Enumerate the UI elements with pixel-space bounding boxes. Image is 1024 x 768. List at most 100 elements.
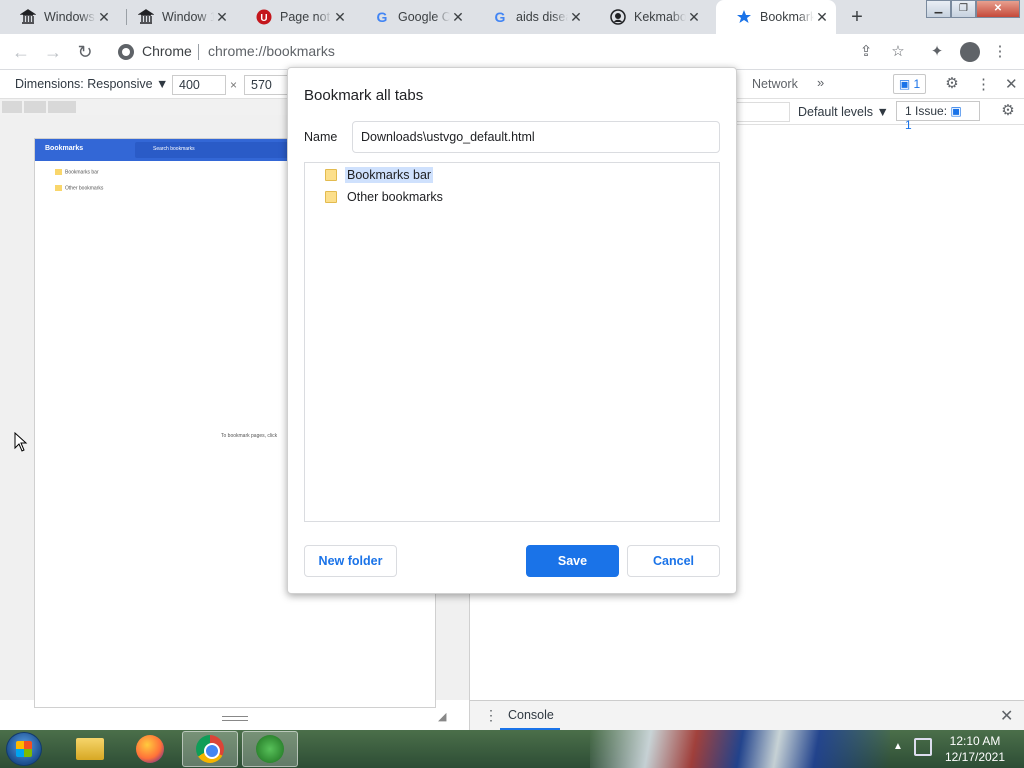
google-icon: G — [374, 9, 390, 25]
forward-icon[interactable]: → — [42, 41, 64, 63]
search-input[interactable]: Search bookmarks — [135, 142, 295, 158]
cursor-icon — [14, 432, 28, 452]
console-settings-icon[interactable]: ⚙ — [1000, 103, 1016, 119]
site-label: Chrome — [142, 43, 192, 59]
back-icon[interactable]: ← — [10, 41, 32, 63]
folder-icon — [325, 169, 337, 181]
folder-item[interactable]: Other bookmarks — [55, 185, 103, 191]
ublock-icon: U — [256, 9, 272, 25]
taskbar-chrome[interactable] — [182, 731, 238, 767]
share-icon[interactable]: ⇪ — [856, 42, 876, 62]
github-icon — [610, 9, 626, 25]
folder-tree[interactable]: Bookmarks bar Other bookmarks — [304, 162, 720, 522]
tray-expand-icon[interactable]: ▲ — [893, 741, 903, 752]
reload-icon[interactable]: ↻ — [74, 41, 96, 63]
levels-dropdown[interactable]: Default levels ▼ — [798, 105, 889, 119]
chrome-app-icon — [196, 735, 224, 763]
devtools-drawer: ⋮ Console ✕ — [470, 700, 1024, 730]
tab-kekmabon[interactable]: Kekmabon ✕ — [590, 0, 708, 34]
issues-button[interactable]: 1 Issue: ▣ 1 — [896, 101, 980, 132]
filter-input[interactable] — [736, 102, 790, 122]
system-clock[interactable]: 12:10 AM 12/17/2021 — [940, 733, 1010, 765]
times-sign: × — [230, 78, 238, 92]
tab-title: Kekmabon — [634, 10, 686, 24]
profile-avatar[interactable] — [960, 42, 980, 62]
svg-text:G: G — [377, 9, 388, 25]
maximize-button[interactable]: ❐ — [951, 0, 976, 18]
start-button[interactable] — [6, 732, 42, 766]
close-devtools-icon[interactable]: ✕ — [1005, 75, 1018, 93]
star-icon — [736, 9, 752, 25]
new-folder-button[interactable]: New folder — [304, 545, 397, 577]
tab-page-not-found[interactable]: U Page not f ✕ — [236, 0, 354, 34]
tree-item-label: Other bookmarks — [347, 190, 443, 204]
resize-handle[interactable] — [222, 716, 248, 721]
close-drawer-icon[interactable]: ✕ — [1000, 706, 1013, 726]
clock-date: 12/17/2021 — [944, 750, 1006, 764]
folder-icon — [55, 185, 62, 191]
extensions-icon[interactable]: ✦ — [927, 42, 947, 62]
close-icon[interactable]: ✕ — [686, 9, 702, 25]
message-badge[interactable]: ▣ 1 — [893, 74, 926, 94]
tab-console[interactable]: Console — [500, 701, 560, 730]
more-tabs-icon[interactable]: » — [817, 75, 824, 90]
taskbar-explorer[interactable] — [62, 731, 118, 767]
window-close-button[interactable]: ✕ — [976, 0, 1020, 18]
minimize-button[interactable]: ▁ — [926, 0, 951, 18]
close-icon[interactable]: ✕ — [450, 9, 466, 25]
close-icon[interactable]: ✕ — [214, 9, 230, 25]
devtools-kebab-icon[interactable]: ⋮ — [976, 75, 991, 93]
folder-item[interactable]: Bookmarks bar — [55, 169, 99, 175]
tab-strip: Windows ✕ Window 1 ✕ U Page not f ✕ G Go… — [0, 0, 1024, 34]
google-icon: G — [492, 9, 508, 25]
taskbar-idm[interactable] — [242, 731, 298, 767]
clock-time: 12:10 AM — [949, 734, 1001, 748]
search-placeholder: Search bookmarks — [153, 146, 195, 152]
taskbar-firefox[interactable] — [122, 731, 178, 767]
name-label: Name — [304, 130, 338, 144]
firefox-icon — [136, 735, 164, 763]
tab-google-cl[interactable]: G Google Cl ✕ — [354, 0, 472, 34]
divider — [198, 44, 199, 60]
tab-title: Page not f — [280, 10, 332, 24]
tab-window-1[interactable]: Window 1 ✕ — [118, 0, 236, 34]
tab-title: Google Cl — [398, 10, 450, 24]
wallpaper-strip — [590, 730, 890, 768]
network-icon[interactable] — [914, 738, 932, 756]
tab-bookmarks[interactable]: Bookmark ✕ — [716, 0, 836, 34]
gear-icon[interactable]: ⚙ — [944, 76, 960, 92]
folder-icon — [55, 169, 62, 175]
tab-aids-disease[interactable]: G aids disea ✕ — [472, 0, 590, 34]
svg-text:U: U — [260, 13, 267, 24]
museum-icon — [20, 9, 36, 25]
close-icon[interactable]: ✕ — [96, 9, 112, 25]
close-icon[interactable]: ✕ — [332, 9, 348, 25]
tab-title: Bookmark — [760, 10, 814, 24]
new-tab-button[interactable]: + — [846, 6, 868, 28]
close-icon[interactable]: ✕ — [814, 9, 830, 25]
address-bar[interactable]: Chrome chrome://bookmarks — [110, 38, 916, 66]
name-input[interactable]: Downloads\ustvgo_default.html — [352, 121, 720, 153]
drawer-kebab-icon[interactable]: ⋮ — [484, 707, 498, 724]
tree-item-label: Bookmarks bar — [345, 167, 434, 183]
folder-icon — [325, 191, 337, 203]
url-text[interactable]: chrome://bookmarks — [208, 43, 335, 59]
svg-text:G: G — [495, 9, 506, 25]
bookmark-star-icon[interactable]: ☆ — [888, 42, 908, 62]
tab-network[interactable]: Network — [752, 77, 798, 91]
folder-app-icon — [76, 738, 104, 760]
save-button[interactable]: Save — [526, 545, 619, 577]
browser-toolbar: ← → ↻ Chrome chrome://bookmarks ⇪ ☆ ✦ ⋮ — [0, 34, 1024, 70]
tree-item-bookmarks-bar[interactable]: Bookmarks bar — [325, 165, 434, 185]
tree-item-other-bookmarks[interactable]: Other bookmarks — [325, 187, 445, 207]
page-title: Bookmarks — [45, 145, 84, 152]
width-input[interactable]: 400 — [172, 75, 226, 95]
dimensions-dropdown[interactable]: Dimensions: Responsive ▼ — [15, 77, 168, 91]
resize-corner-icon[interactable]: ◢ — [438, 710, 450, 723]
close-icon[interactable]: ✕ — [568, 9, 584, 25]
chrome-icon — [118, 44, 134, 60]
menu-kebab-icon[interactable]: ⋮ — [990, 42, 1010, 62]
tab-title: aids disea — [516, 10, 568, 24]
cancel-button[interactable]: Cancel — [627, 545, 720, 577]
tab-windows[interactable]: Windows ✕ — [0, 0, 118, 34]
